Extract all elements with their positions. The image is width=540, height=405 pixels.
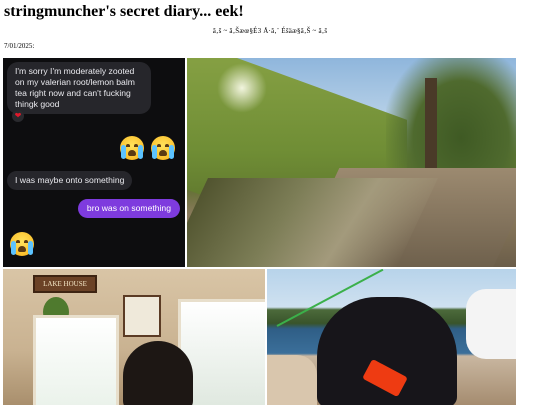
heart-reaction-icon: ❤ bbox=[12, 110, 24, 122]
incoming-message-2: I was maybe onto something bbox=[7, 171, 133, 190]
crying-face-icon bbox=[151, 136, 175, 160]
page-subtitle: ã‚š ~ ã‚Šæœ§É3 Å·ã‚¨ Éšäæ§ã‚Š ~ ã‚š bbox=[212, 27, 328, 35]
lake-house-photo: LAKE HOUSE bbox=[3, 269, 265, 405]
window-left bbox=[33, 315, 119, 405]
outgoing-message: bro was on something bbox=[77, 199, 180, 218]
lake-house-sign: LAKE HOUSE bbox=[33, 275, 97, 293]
page-title: stringmuncher's secret diary... eek! bbox=[4, 3, 244, 20]
crying-face-icon bbox=[120, 136, 144, 160]
chat-screenshot: I'm sorry I'm moderately zooted on my va… bbox=[3, 58, 185, 267]
incoming-message-1: I'm sorry I'm moderately zooted on my va… bbox=[7, 62, 151, 114]
entry-date: 7/01/2025: bbox=[4, 42, 35, 50]
crying-face-icon bbox=[10, 232, 34, 256]
person-silhouette bbox=[123, 341, 193, 405]
boat-photo bbox=[267, 269, 516, 405]
creek-photo bbox=[187, 58, 516, 267]
wall-frame bbox=[123, 295, 161, 337]
